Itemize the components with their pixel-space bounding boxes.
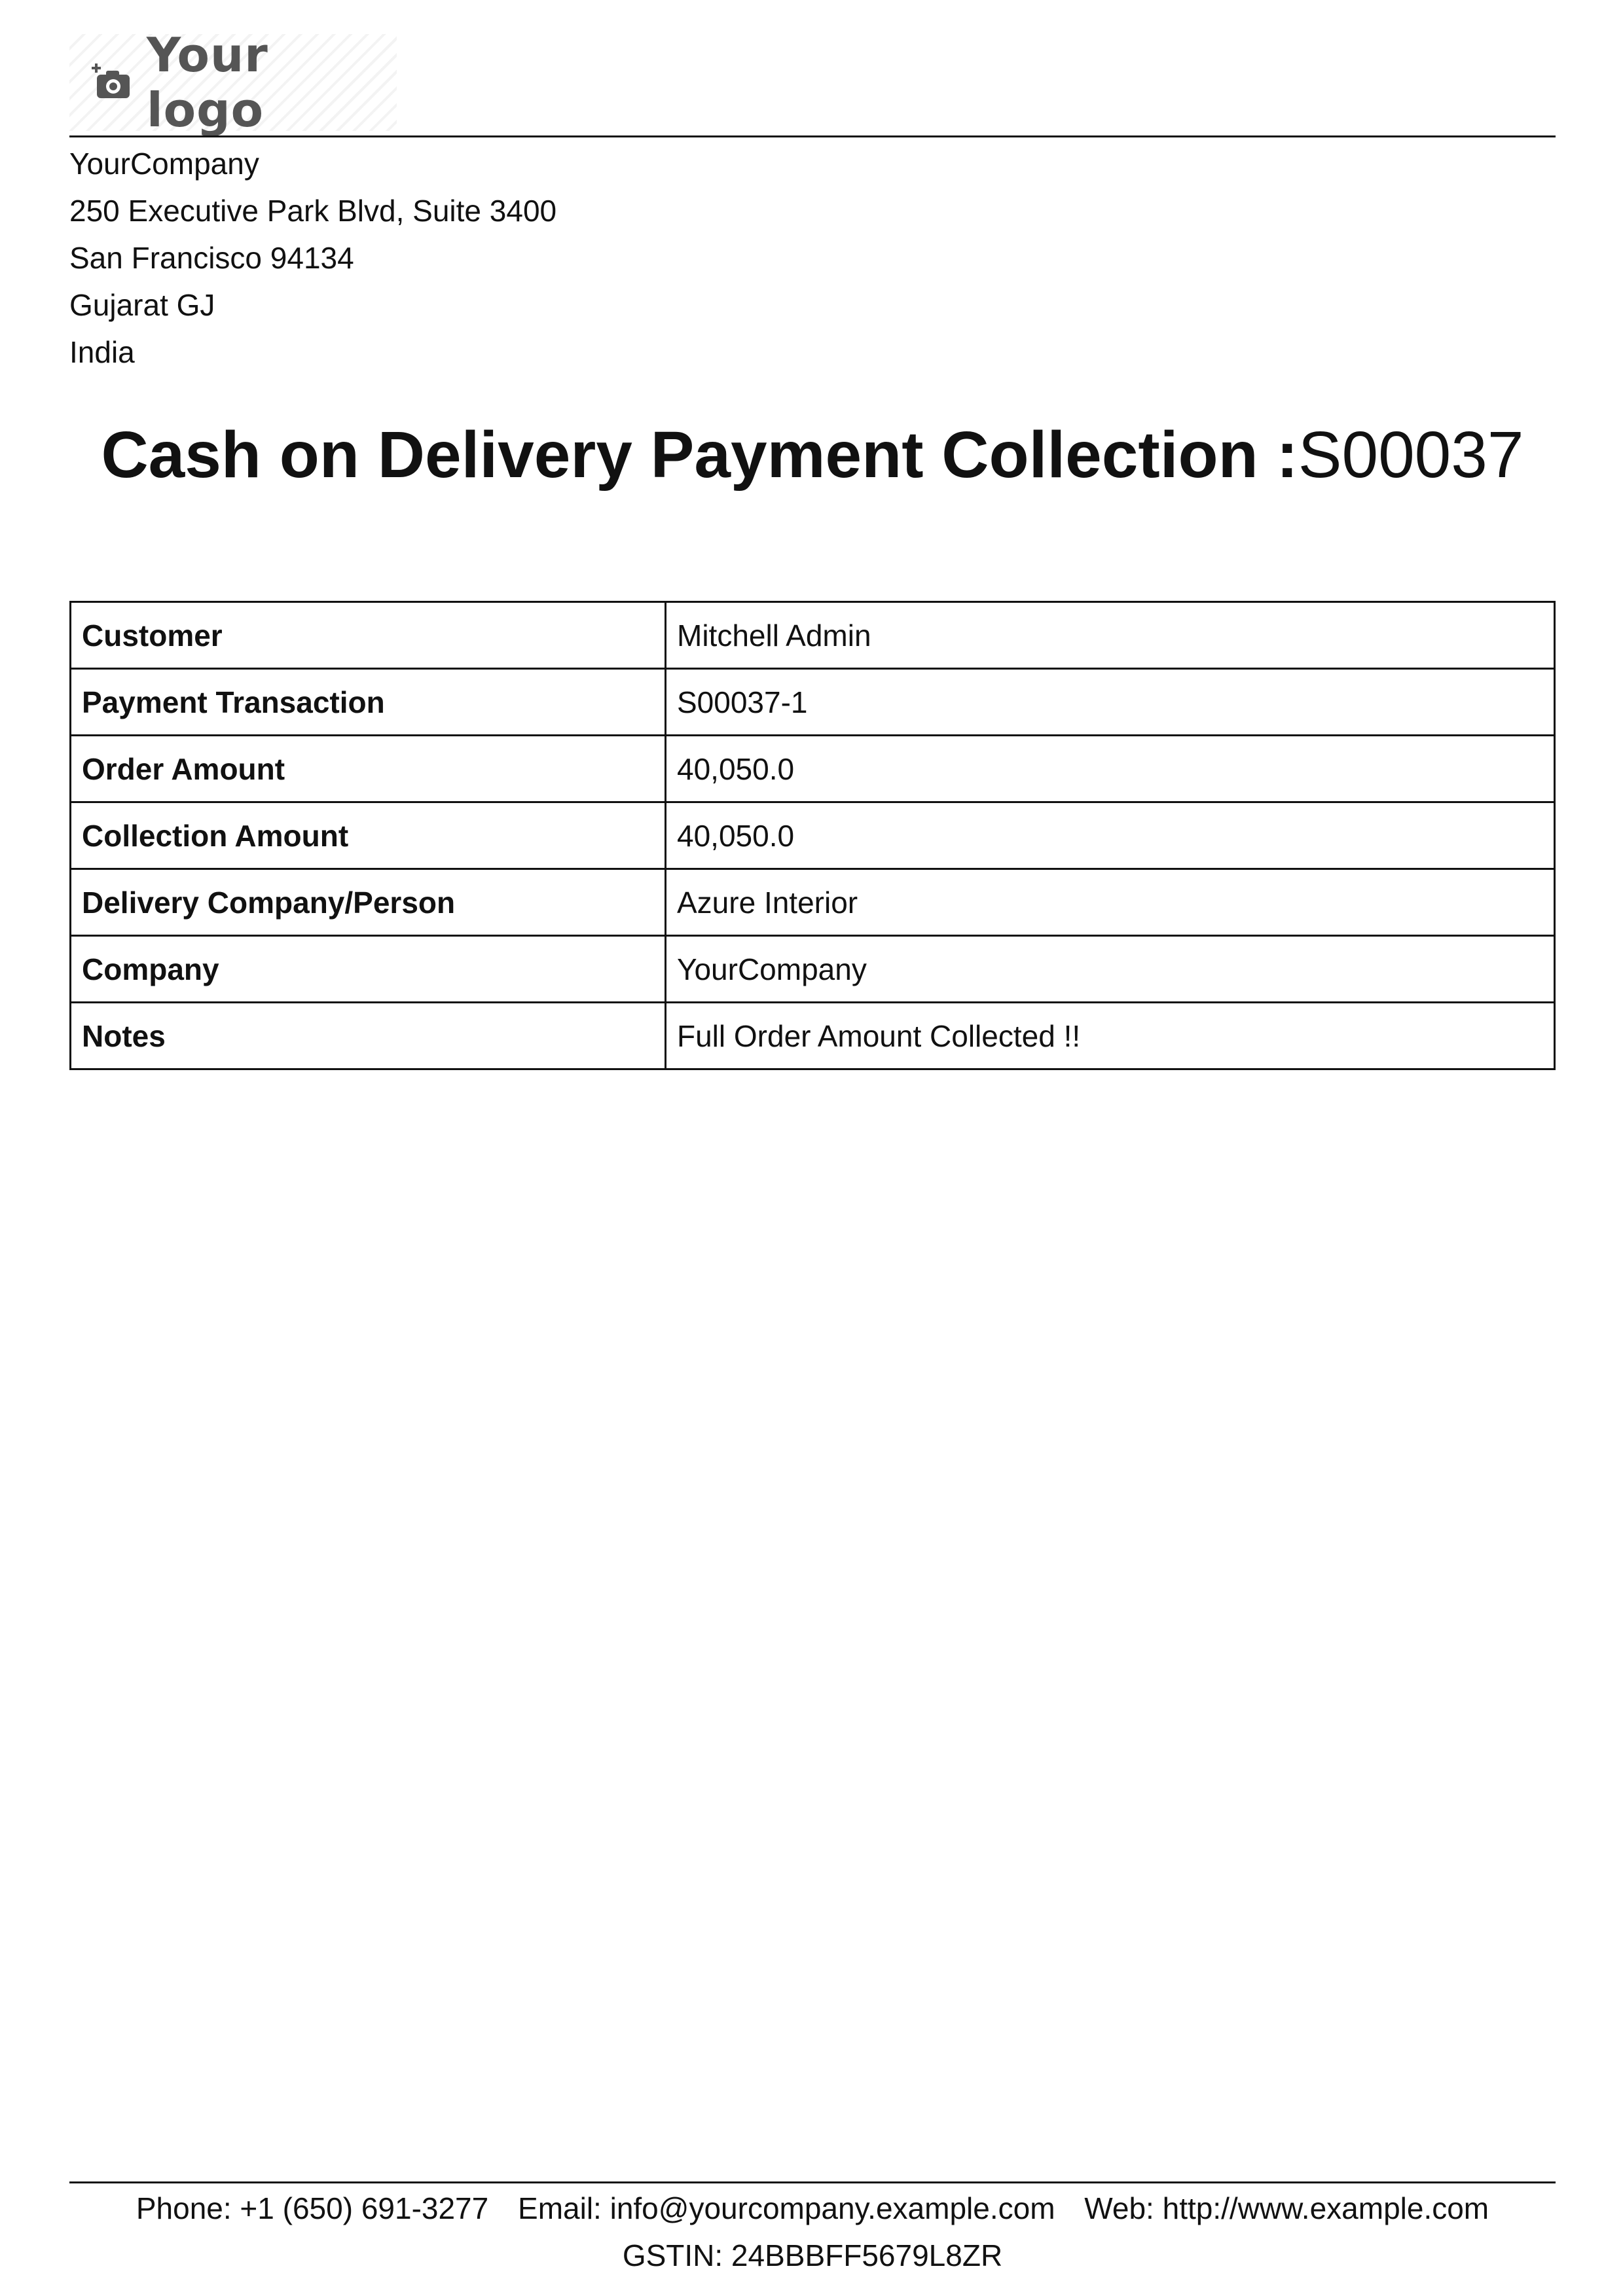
company-name: YourCompany	[69, 147, 259, 181]
table-row: Company YourCompany	[69, 935, 1556, 1003]
camera-plus-icon	[90, 62, 132, 103]
title-reference: S00037	[1298, 418, 1524, 492]
footer-web: Web: http://www.example.com	[1084, 2191, 1489, 2225]
table-row: Customer Mitchell Admin	[69, 601, 1556, 670]
row-label: Payment Transaction	[69, 668, 666, 736]
address-city-zip: San Francisco 94134	[69, 241, 354, 275]
row-value: 40,050.0	[665, 734, 1556, 803]
row-value: YourCompany	[665, 935, 1556, 1003]
table-row: Notes Full Order Amount Collected !!	[69, 1001, 1556, 1070]
table-row: Delivery Company/Person Azure Interior	[69, 868, 1556, 937]
page-footer: Phone: +1 (650) 691-3277 Email: info@you…	[69, 2185, 1556, 2279]
table-row: Collection Amount 40,050.0	[69, 801, 1556, 870]
row-value: 40,050.0	[665, 801, 1556, 870]
table-row: Payment Transaction S00037-1	[69, 668, 1556, 736]
footer-email: Email: info@yourcompany.example.com	[518, 2191, 1055, 2225]
row-label: Company	[69, 935, 666, 1003]
row-label: Order Amount	[69, 734, 666, 803]
logo-text: Your logo	[147, 27, 268, 137]
row-label: Collection Amount	[69, 801, 666, 870]
company-address: YourCompany 250 Executive Park Blvd, Sui…	[69, 140, 556, 376]
row-value: S00037-1	[665, 668, 1556, 736]
row-label: Delivery Company/Person	[69, 868, 666, 937]
header-divider	[69, 135, 1556, 137]
footer-divider	[69, 2181, 1556, 2183]
title-label: Cash on Delivery Payment Collection :	[101, 418, 1298, 492]
row-value: Mitchell Admin	[665, 601, 1556, 670]
company-logo: Your logo	[69, 27, 397, 137]
row-label: Notes	[69, 1001, 666, 1070]
footer-gstin: GSTIN: 24BBBFF5679L8ZR	[622, 2238, 1003, 2272]
row-value: Full Order Amount Collected !!	[665, 1001, 1556, 1070]
details-table: Customer Mitchell Admin Payment Transact…	[69, 601, 1556, 1070]
footer-phone: Phone: +1 (650) 691-3277	[136, 2191, 489, 2225]
table-row: Order Amount 40,050.0	[69, 734, 1556, 803]
address-country: India	[69, 335, 135, 369]
address-street: 250 Executive Park Blvd, Suite 3400	[69, 194, 557, 228]
row-label: Customer	[69, 601, 666, 670]
page-title: Cash on Delivery Payment Collection :S00…	[69, 412, 1556, 497]
row-value: Azure Interior	[665, 868, 1556, 937]
address-state: Gujarat GJ	[69, 288, 215, 322]
